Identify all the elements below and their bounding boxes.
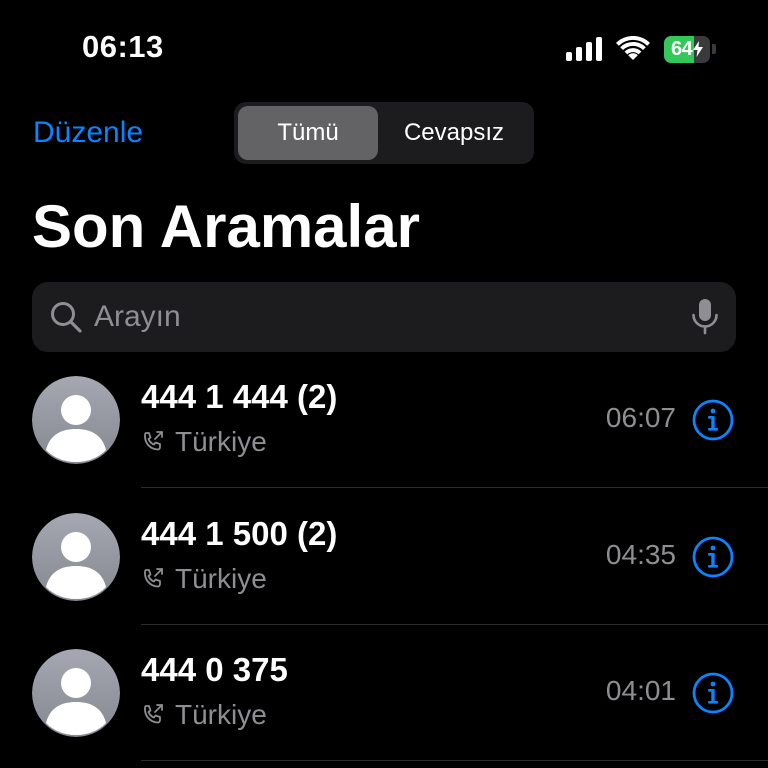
info-button[interactable] [692,672,734,714]
call-subtitle: Türkiye [141,424,267,460]
status-bar: 06:13 64 [0,0,768,96]
info-circle-icon [692,672,734,714]
call-subtitle: Türkiye [141,561,267,597]
call-time: 04:01 [605,675,676,706]
outgoing-call-icon [144,568,163,588]
call-number: 444 0 375 [141,651,288,688]
row-separator [141,487,768,488]
call-time: 06:07 [605,402,676,433]
microphone-icon[interactable] [690,298,720,336]
call-time: 04:35 [605,539,676,570]
battery-charging-icon: 64 [664,35,716,63]
segment-missed[interactable]: Cevapsız [378,106,530,160]
call-number: 444 1 500 (2) [141,515,338,552]
charging-bolt-icon [693,41,704,57]
row-separator [141,760,768,761]
person-placeholder-icon [32,649,120,737]
search-input[interactable] [94,300,690,334]
status-icons: 64 [566,34,716,64]
edit-button[interactable]: Düzenle [33,116,143,150]
info-circle-icon [692,399,734,441]
info-button[interactable] [692,536,734,578]
cellular-signal-icon [566,37,602,61]
call-subtitle: Türkiye [141,697,267,733]
call-row[interactable]: 444 1 500 (2) Türkiye 04:35 [0,489,768,625]
call-row[interactable]: 444 0 375 Türkiye 04:01 [0,625,768,761]
search-bar[interactable] [32,282,736,352]
recents-screen: 06:13 64 Düzenle Tümü Cevapsız Son Arama… [0,0,768,768]
call-filter-segmented-control: Tümü Cevapsız [234,102,534,164]
call-row[interactable]: 444 1 444 (2) Türkiye 06:07 [0,352,768,488]
info-button[interactable] [692,399,734,441]
call-number: 444 1 444 (2) [141,378,338,415]
outgoing-call-icon [144,431,163,451]
page-title: Son Aramalar [32,193,420,260]
person-placeholder-icon [32,376,120,464]
info-circle-icon [692,536,734,578]
outgoing-call-icon [144,704,163,724]
battery-level-text: 64 [670,37,693,60]
person-placeholder-icon [32,513,120,601]
status-time: 06:13 [82,29,164,64]
segment-all[interactable]: Tümü [238,106,378,160]
call-location: Türkiye [175,563,267,594]
call-location: Türkiye [175,699,267,730]
magnifying-glass-icon [51,302,82,333]
wifi-icon [616,36,650,60]
call-location: Türkiye [175,426,267,457]
